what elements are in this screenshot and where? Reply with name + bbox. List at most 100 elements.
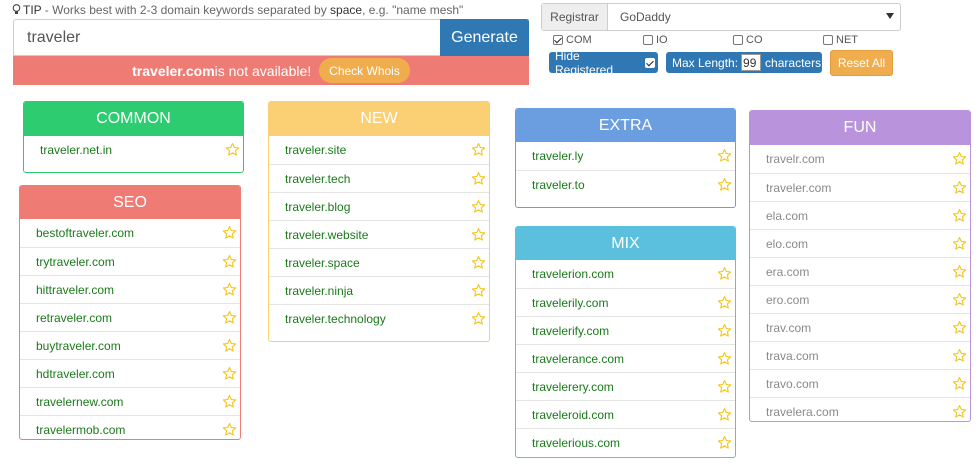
domain-row[interactable]: trava.com [750,341,970,369]
tld-checkbox-io[interactable]: IO [643,33,668,47]
favorite-star-icon[interactable] [225,142,240,157]
domain-row[interactable]: era.com [750,257,970,285]
domain-row[interactable]: travelermob.com [20,415,240,439]
domain-name[interactable]: traveleroid.com [532,408,614,422]
domain-name[interactable]: traveler.to [532,178,585,192]
favorite-star-icon[interactable] [952,236,967,251]
domain-row[interactable]: trav.com [750,313,970,341]
checkbox-icon[interactable] [823,35,833,45]
favorite-star-icon[interactable] [717,266,732,281]
domain-name[interactable]: travelerify.com [532,324,609,338]
favorite-star-icon[interactable] [471,171,486,186]
favorite-star-icon[interactable] [952,180,967,195]
domain-row[interactable]: traveler.ly [516,142,735,170]
domain-name[interactable]: traveler.ninja [285,284,353,298]
domain-row[interactable]: traveler.website [269,220,489,248]
domain-row[interactable]: travelerery.com [516,372,735,400]
domain-row[interactable]: travelerance.com [516,344,735,372]
domain-row[interactable]: travelernew.com [20,387,240,415]
favorite-star-icon[interactable] [717,435,732,450]
domain-row[interactable]: travelr.com [750,145,970,173]
domain-row[interactable]: traveler.site [269,136,489,164]
favorite-star-icon[interactable] [717,351,732,366]
domain-row[interactable]: traveler.blog [269,192,489,220]
domain-name[interactable]: travelermob.com [36,423,125,437]
domain-name[interactable]: ero.com [766,293,809,307]
domain-name[interactable]: traveler.com [766,181,831,195]
domain-row[interactable]: traveler.to [516,170,735,198]
domain-name[interactable]: trava.com [766,349,819,363]
favorite-star-icon[interactable] [952,151,967,166]
domain-name[interactable]: travelr.com [766,152,825,166]
domain-row[interactable]: trytraveler.com [20,247,240,275]
favorite-star-icon[interactable] [717,177,732,192]
tld-checkbox-net[interactable]: NET [823,33,858,47]
checkbox-icon[interactable] [733,35,743,45]
domain-row[interactable]: traveler.tech [269,164,489,192]
domain-name[interactable]: travelernew.com [36,395,123,409]
domain-row[interactable]: travelerion.com [516,260,735,288]
check-whois-button[interactable]: Check Whois [319,58,410,83]
favorite-star-icon[interactable] [222,366,237,381]
domain-name[interactable]: era.com [766,265,809,279]
domain-row[interactable]: traveler.technology [269,304,489,332]
domain-row[interactable]: retraveler.com [20,303,240,331]
domain-row[interactable]: buytraveler.com [20,331,240,359]
favorite-star-icon[interactable] [471,283,486,298]
domain-name[interactable]: ela.com [766,209,808,223]
favorite-star-icon[interactable] [952,208,967,223]
favorite-star-icon[interactable] [222,338,237,353]
domain-row[interactable]: ero.com [750,285,970,313]
favorite-star-icon[interactable] [952,348,967,363]
domain-name[interactable]: travelerance.com [532,352,624,366]
domain-row[interactable]: travelerious.com [516,428,735,456]
favorite-star-icon[interactable] [471,227,486,242]
domain-name[interactable]: traveler.technology [285,312,386,326]
favorite-star-icon[interactable] [717,323,732,338]
domain-name[interactable]: travelera.com [766,405,839,419]
favorite-star-icon[interactable] [471,142,486,157]
domain-name[interactable]: elo.com [766,237,808,251]
domain-row[interactable]: traveler.space [269,248,489,276]
favorite-star-icon[interactable] [222,394,237,409]
domain-name[interactable]: buytraveler.com [36,339,121,353]
favorite-star-icon[interactable] [222,310,237,325]
domain-name[interactable]: travelerily.com [532,296,608,310]
domain-row[interactable]: elo.com [750,229,970,257]
domain-name[interactable]: travelerion.com [532,267,614,281]
favorite-star-icon[interactable] [952,264,967,279]
domain-name[interactable]: traveler.blog [285,200,350,214]
domain-name[interactable]: traveler.net.in [40,143,112,157]
domain-row[interactable]: travelerily.com [516,288,735,316]
domain-name[interactable]: traveler.website [285,228,368,242]
favorite-star-icon[interactable] [952,292,967,307]
checkbox-icon[interactable] [645,57,655,68]
domain-row[interactable]: travelerify.com [516,316,735,344]
favorite-star-icon[interactable] [222,254,237,269]
domain-name[interactable]: travo.com [766,377,819,391]
registrar-value[interactable]: GoDaddy [620,4,671,30]
generate-button[interactable]: Generate [440,19,529,56]
favorite-star-icon[interactable] [717,379,732,394]
domain-row[interactable]: traveleroid.com [516,400,735,428]
domain-name[interactable]: trav.com [766,321,811,335]
favorite-star-icon[interactable] [471,311,486,326]
favorite-star-icon[interactable] [222,422,237,437]
tld-checkbox-com[interactable]: COM [553,33,592,47]
favorite-star-icon[interactable] [717,295,732,310]
checkbox-icon[interactable] [553,35,563,45]
favorite-star-icon[interactable] [952,320,967,335]
domain-row[interactable]: hittraveler.com [20,275,240,303]
keyword-input[interactable] [14,20,440,55]
domain-name[interactable]: trytraveler.com [36,255,115,269]
tld-checkbox-co[interactable]: CO [733,33,763,47]
domain-name[interactable]: bestoftraveler.com [36,226,134,240]
domain-name[interactable]: travelerery.com [532,380,614,394]
domain-name[interactable]: hdtraveler.com [36,367,115,381]
favorite-star-icon[interactable] [952,404,967,419]
favorite-star-icon[interactable] [717,148,732,163]
domain-name[interactable]: retraveler.com [36,311,112,325]
max-length-input[interactable]: 99 [741,54,762,71]
favorite-star-icon[interactable] [717,407,732,422]
registrar-select[interactable]: Registrar GoDaddy [541,3,901,31]
